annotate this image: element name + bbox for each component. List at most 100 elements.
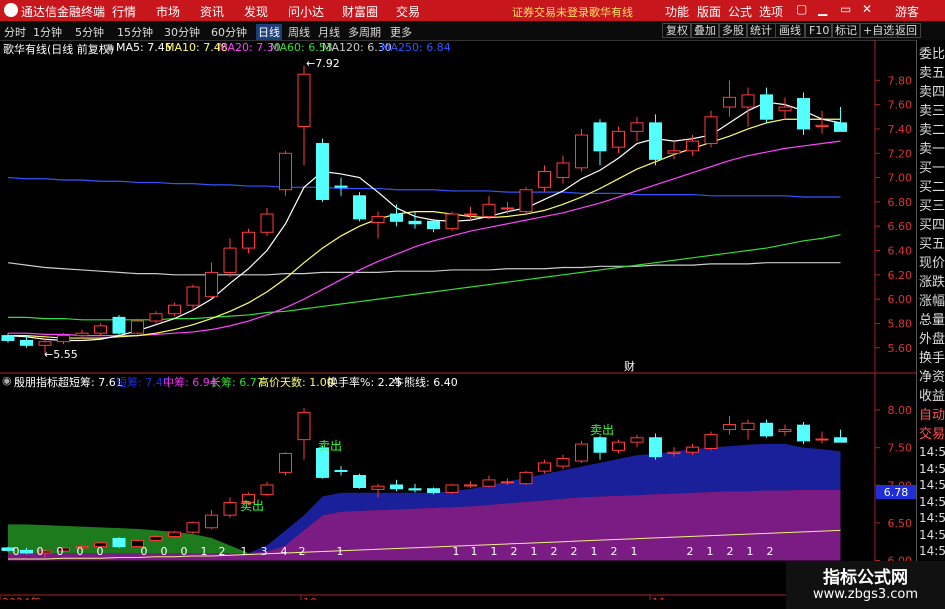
sub-candle-body[interactable] [686, 446, 699, 453]
candle-body[interactable] [501, 207, 514, 210]
candle-body[interactable] [704, 116, 718, 145]
candle-body[interactable] [538, 170, 551, 188]
candle-body[interactable] [649, 122, 662, 160]
candle-body[interactable] [612, 130, 625, 148]
login-warning[interactable]: 证券交易未登录 [512, 4, 589, 20]
candle-body[interactable] [797, 98, 810, 130]
sub-candle-body[interactable] [371, 485, 385, 490]
menu-formula[interactable]: 公式 [728, 3, 752, 20]
candle-body[interactable] [75, 332, 89, 337]
tab-monthly[interactable]: 月线 [318, 24, 340, 40]
candle-body[interactable] [57, 335, 70, 343]
kline-chart[interactable]: 5.60 5.80 6.00 6.20 6.40 6.60 6.80 7.00 7.20 7.40… [0, 40, 916, 600]
candle-body[interactable] [482, 203, 496, 217]
candle-body[interactable] [778, 106, 792, 112]
stats-button[interactable]: 统计 [746, 23, 776, 38]
candle-body[interactable] [834, 122, 847, 132]
sub-candle-body[interactable] [815, 438, 829, 441]
candle-body[interactable] [1, 335, 15, 341]
tab-1min[interactable]: 1分钟 [33, 24, 62, 40]
sub-candle-body[interactable] [20, 549, 33, 554]
candle-body[interactable] [575, 134, 588, 169]
sub-candle-body[interactable] [612, 441, 625, 451]
candle-body[interactable] [723, 96, 736, 108]
candle-body[interactable] [149, 313, 163, 322]
sub-candle-body[interactable] [778, 429, 792, 432]
sub-candle-body[interactable] [297, 412, 311, 441]
legend-toggle-icon[interactable]: ◉ [105, 41, 115, 54]
sub-candle-body[interactable] [741, 422, 755, 431]
user-icon[interactable]: ▢ [796, 2, 807, 16]
candle-body[interactable] [168, 304, 181, 315]
candle-body[interactable] [353, 195, 366, 220]
sub-candle-body[interactable] [464, 484, 477, 487]
tab-5min[interactable]: 5分钟 [75, 24, 104, 40]
sub-candle-body[interactable] [482, 479, 496, 487]
maximize-icon[interactable]: ▭ [840, 2, 851, 16]
menu-discover[interactable]: 发现 [244, 3, 268, 20]
tab-more[interactable]: 更多 [390, 24, 412, 40]
sub-candle-body[interactable] [168, 531, 181, 538]
sub-candle-body[interactable] [205, 514, 218, 529]
mark-button[interactable]: 标记 [831, 23, 861, 38]
sub-toggle-icon[interactable]: ◉ [2, 374, 12, 387]
draw-line-button[interactable]: 画线 [775, 23, 805, 38]
sub-candle-body[interactable] [593, 437, 607, 453]
candle-body[interactable] [760, 94, 773, 120]
sub-candle-body[interactable] [630, 437, 644, 443]
sub-candle-body[interactable] [390, 484, 403, 490]
sub-candle-body[interactable] [723, 424, 736, 431]
candle-body[interactable] [279, 152, 292, 191]
candle-body[interactable] [427, 220, 440, 230]
candle-body[interactable] [390, 213, 403, 222]
menu-quotes[interactable]: 行情 [112, 3, 136, 20]
candle-body[interactable] [297, 73, 311, 128]
menu-function[interactable]: 功能 [665, 3, 689, 20]
sub-candle-body[interactable] [834, 437, 847, 443]
sub-candle-body[interactable] [649, 437, 662, 458]
candle-body[interactable] [316, 143, 329, 200]
guest-label[interactable]: 游客 [895, 3, 919, 20]
tab-60min[interactable]: 60分钟 [211, 24, 247, 40]
candle-body[interactable] [334, 185, 348, 188]
candle-body[interactable] [686, 140, 699, 152]
menu-ask[interactable]: 问小达 [288, 3, 324, 20]
adjust-button[interactable]: 复权 [662, 23, 692, 38]
candle-body[interactable] [260, 213, 274, 233]
tab-daily[interactable]: 日线 [256, 24, 282, 40]
menu-layout[interactable]: 版面 [697, 3, 721, 20]
sub-candle-body[interactable] [149, 536, 163, 541]
candle-body[interactable] [223, 247, 237, 273]
tab-multi-period[interactable]: 多周期 [348, 24, 381, 40]
sub-candle-body[interactable] [501, 481, 514, 484]
candle-body[interactable] [556, 162, 570, 179]
sub-candle-body[interactable] [445, 484, 459, 494]
candle-body[interactable] [815, 124, 829, 128]
sub-candle-body[interactable] [760, 422, 773, 437]
sub-candle-body[interactable] [556, 458, 570, 467]
candle-body[interactable] [186, 286, 200, 306]
candle-body[interactable] [741, 94, 755, 108]
candle-body[interactable] [38, 341, 52, 346]
candle-body[interactable] [408, 220, 422, 225]
f10-button[interactable]: F10 [805, 23, 834, 38]
menu-news[interactable]: 资讯 [200, 3, 224, 20]
candle-body[interactable] [667, 150, 681, 154]
candle-body[interactable] [112, 316, 126, 334]
menu-options[interactable]: 选项 [759, 3, 783, 20]
tab-30min[interactable]: 30分钟 [164, 24, 200, 40]
sub-candle-body[interactable] [353, 475, 366, 488]
candle-body[interactable] [94, 325, 107, 334]
sub-candle-body[interactable] [427, 488, 440, 494]
candle-body[interactable] [371, 215, 385, 224]
back-button[interactable]: 返回 [891, 23, 921, 38]
candle-body[interactable] [131, 320, 144, 334]
sub-candle-body[interactable] [260, 484, 274, 495]
candle-body[interactable] [20, 339, 33, 346]
sub-candle-body[interactable] [279, 452, 292, 473]
candle-body[interactable] [242, 231, 255, 249]
sub-candle-body[interactable] [575, 443, 588, 462]
menu-wealth[interactable]: 财富圈 [342, 3, 378, 20]
sub-candle-body[interactable] [704, 434, 718, 449]
candle-body[interactable] [464, 213, 477, 216]
